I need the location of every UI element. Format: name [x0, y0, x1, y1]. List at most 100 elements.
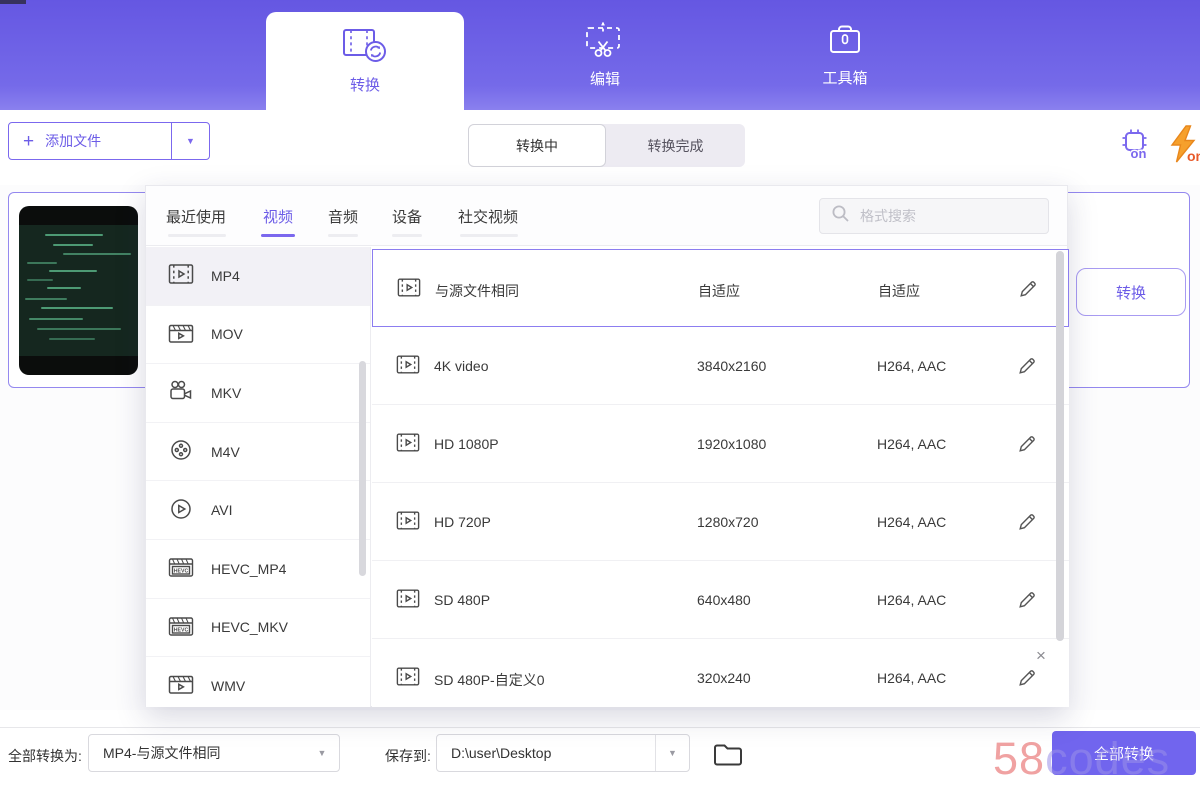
gpu-acceleration-toggle[interactable]: on	[1116, 125, 1154, 168]
preset-codec: H264, AAC	[877, 592, 946, 608]
convert-all-label: 全部转换	[1094, 743, 1154, 764]
save-to-label: 保存到:	[385, 746, 431, 766]
preset-codec: H264, AAC	[877, 514, 946, 530]
high-speed-toggle[interactable]: on	[1166, 125, 1200, 170]
output-format-value: MP4-与源文件相同	[89, 743, 305, 763]
preset-name: SD 480P-自定义0	[434, 670, 544, 690]
svg-text:HEVC: HEVC	[174, 569, 189, 575]
svg-text:on: on	[1131, 146, 1147, 161]
format-tab-device[interactable]: 设备	[392, 186, 422, 246]
convert-to-label: 全部转换为:	[8, 746, 82, 766]
plus-icon: +	[23, 132, 34, 151]
format-item-m4v[interactable]: M4V	[146, 423, 370, 482]
format-panel-header: 最近使用 视频 音频 设备 社交视频	[146, 186, 1067, 246]
window-corner	[0, 0, 26, 4]
format-item-mov[interactable]: MOV	[146, 306, 370, 365]
top-nav-bar: 转换 编辑	[0, 0, 1200, 110]
queue-tab-group: 转换中 转换完成	[468, 124, 745, 167]
output-format-select[interactable]: MP4-与源文件相同 ▼	[88, 734, 340, 772]
preset-resolution: 320x240	[697, 670, 751, 686]
film-strip-icon	[396, 588, 420, 614]
convert-all-button[interactable]: 全部转换	[1052, 731, 1196, 775]
preset-codec: H264, AAC	[877, 670, 946, 686]
preset-name: HD 720P	[434, 514, 491, 530]
tab-underline	[168, 234, 226, 237]
edit-crop-scissors-icon	[582, 21, 628, 59]
format-item-label: HEVC_MKV	[211, 619, 288, 635]
format-item-label: WMV	[211, 678, 245, 694]
preset-codec: H264, AAC	[877, 436, 946, 452]
edit-pencil-icon[interactable]	[1017, 512, 1037, 537]
search-input[interactable]	[860, 208, 1020, 224]
edit-pencil-icon[interactable]	[1017, 356, 1037, 381]
format-item-label: MP4	[211, 268, 240, 284]
preset-row-720p[interactable]: HD 720P 1280x720 H264, AAC	[372, 483, 1069, 561]
convert-file-button[interactable]: 转换	[1076, 268, 1186, 316]
preset-row-same-as-source[interactable]: 与源文件相同 自适应 自适应	[372, 249, 1069, 327]
preset-row-480p-custom[interactable]: SD 480P-自定义0 320x240 H264, AAC ×	[372, 639, 1069, 707]
edit-pencil-icon[interactable]	[1017, 668, 1037, 693]
tab-underline	[328, 234, 358, 237]
edit-pencil-icon[interactable]	[1018, 279, 1038, 304]
format-list-scrollbar[interactable]	[359, 361, 366, 576]
open-folder-button[interactable]	[712, 740, 744, 773]
add-file-label: 添加文件	[45, 131, 101, 151]
convert-film-refresh-icon	[342, 27, 388, 67]
chevron-down-icon: ▼	[305, 735, 339, 771]
format-item-mkv[interactable]: MKV	[146, 364, 370, 423]
preset-resolution: 1920x1080	[697, 436, 766, 452]
tab-edit[interactable]: 编辑	[525, 0, 685, 110]
format-search-box[interactable]	[819, 198, 1049, 234]
format-item-hevc-mp4[interactable]: HEVC HEVC_MP4	[146, 540, 370, 599]
format-item-wmv[interactable]: WMV	[146, 657, 370, 707]
tab-underline-active	[261, 234, 295, 237]
hevc-clapper-icon: HEVC	[168, 615, 194, 640]
play-circle-icon	[168, 498, 194, 523]
preset-name: SD 480P	[434, 592, 490, 608]
convert-file-label: 转换	[1116, 282, 1146, 303]
preset-resolution: 640x480	[697, 592, 751, 608]
tab-toolbox[interactable]: 工具箱	[765, 0, 925, 110]
preset-name: HD 1080P	[434, 436, 499, 452]
search-icon	[831, 204, 850, 228]
format-tab-social[interactable]: 社交视频	[458, 186, 518, 246]
edit-pencil-icon[interactable]	[1017, 590, 1037, 615]
format-item-hevc-mkv[interactable]: HEVC HEVC_MKV	[146, 599, 370, 658]
format-item-avi[interactable]: AVI	[146, 481, 370, 540]
preset-name: 与源文件相同	[435, 281, 519, 301]
app-window: 转换 编辑	[0, 0, 1200, 788]
format-list: MP4 MOV	[146, 247, 371, 707]
add-file-button[interactable]: + 添加文件 ▼	[8, 122, 210, 160]
save-path-select[interactable]: D:\user\Desktop ▼	[436, 734, 690, 772]
tab-underline	[392, 234, 422, 237]
format-item-mp4[interactable]: MP4	[146, 247, 370, 306]
watermark-58: 58	[993, 733, 1045, 784]
edit-pencil-icon[interactable]	[1017, 434, 1037, 459]
format-tab-video[interactable]: 视频	[263, 186, 293, 246]
format-tab-audio[interactable]: 音频	[328, 186, 358, 246]
svg-text:HEVC: HEVC	[174, 627, 189, 633]
film-strip-icon	[396, 510, 420, 536]
toolbar: + 添加文件 ▼ 转换中 转换完成 on on	[0, 110, 1200, 185]
bottom-bar: 全部转换为: MP4-与源文件相同 ▼ 保存到: D:\user\Desktop…	[0, 727, 1200, 788]
format-tab-recent-label: 最近使用	[166, 206, 226, 227]
tab-convert-label: 转换	[350, 74, 380, 95]
preset-row-480p[interactable]: SD 480P 640x480 H264, AAC	[372, 561, 1069, 639]
tab-finished[interactable]: 转换完成	[606, 136, 745, 156]
tab-converting[interactable]: 转换中	[468, 124, 606, 167]
add-file-dropdown-arrow[interactable]: ▼	[172, 123, 209, 159]
format-item-label: M4V	[211, 444, 240, 460]
close-icon[interactable]: ×	[1036, 647, 1046, 664]
film-strip-icon	[396, 432, 420, 458]
tab-convert[interactable]: 转换	[266, 12, 464, 110]
save-path-value: D:\user\Desktop	[437, 745, 655, 761]
film-strip-icon	[396, 666, 420, 692]
film-strip-icon	[168, 263, 194, 288]
add-file-main[interactable]: + 添加文件	[9, 123, 172, 159]
format-item-label: HEVC_MP4	[211, 561, 286, 577]
preset-row-4k[interactable]: 4K video 3840x2160 H264, AAC	[372, 327, 1069, 405]
preset-list-scrollbar[interactable]	[1056, 251, 1064, 641]
video-camera-icon	[168, 380, 194, 405]
preset-row-1080p[interactable]: HD 1080P 1920x1080 H264, AAC	[372, 405, 1069, 483]
format-tab-recent[interactable]: 最近使用	[166, 186, 226, 246]
